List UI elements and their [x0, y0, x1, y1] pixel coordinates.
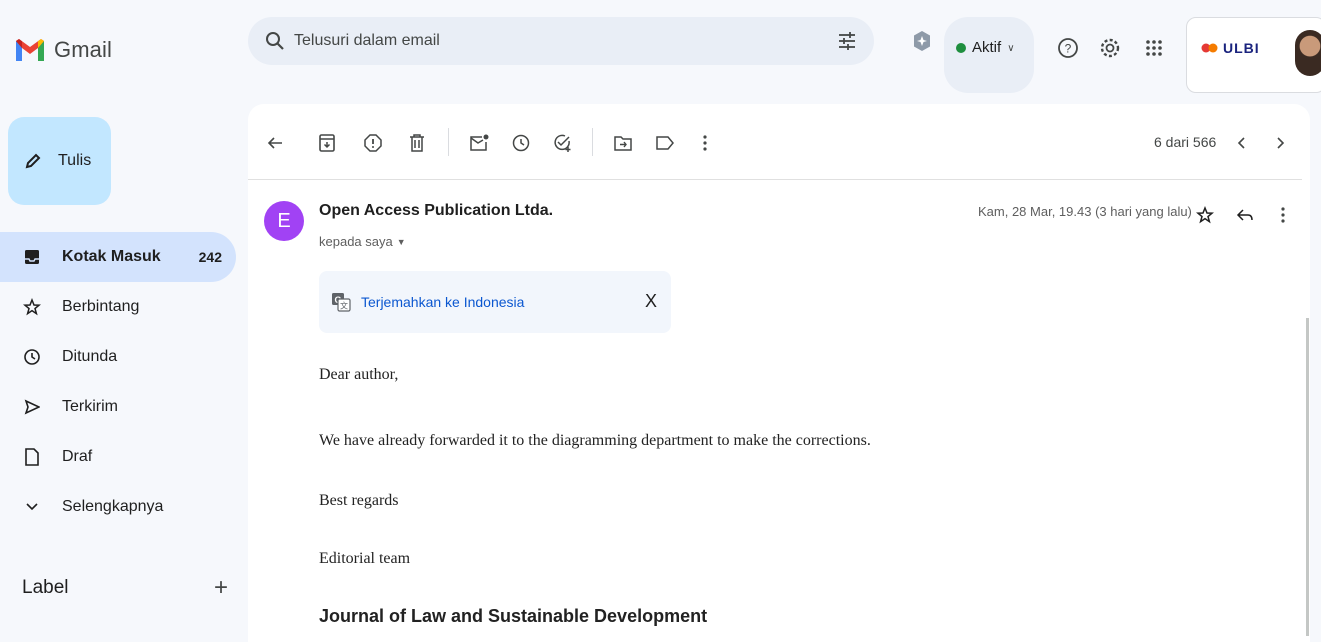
- caret-down-icon: ▼: [396, 236, 406, 247]
- sidebar-item-label: Draf: [62, 448, 93, 465]
- move-to-icon[interactable]: [612, 132, 634, 154]
- sidebar-item-snoozed[interactable]: Ditunda: [0, 332, 236, 382]
- sidebar-item-label: Selengkapnya: [62, 498, 164, 515]
- pencil-icon: [25, 153, 41, 169]
- labels-heading: Label: [22, 577, 69, 598]
- inbox-icon: [22, 247, 42, 267]
- search-icon[interactable]: [262, 28, 288, 54]
- sender-name[interactable]: Open Access Publication Ltda.: [319, 202, 553, 220]
- gmail-m-icon: [16, 39, 44, 61]
- more-vert-icon[interactable]: [1272, 204, 1294, 226]
- body-line: We have already forwarded it to the diag…: [319, 432, 871, 449]
- body-journal: Journal of Law and Sustainable Developme…: [319, 606, 708, 626]
- recipient-line[interactable]: kepada saya ▼: [319, 234, 406, 249]
- sender-avatar[interactable]: E: [264, 201, 304, 241]
- add-task-icon[interactable]: [552, 132, 574, 154]
- translate-banner: G 文 Terjemahkan ke Indonesia X: [319, 271, 671, 333]
- status-dot: [956, 43, 966, 53]
- recipient-text: kepada saya: [319, 234, 393, 249]
- sidebar-item-sent[interactable]: Terkirim: [0, 382, 236, 432]
- chevron-left-icon[interactable]: [1230, 132, 1252, 154]
- chevron-down-icon: ∨: [1007, 43, 1015, 54]
- sidebar-item-label: Terkirim: [62, 398, 118, 415]
- search-bar[interactable]: [248, 17, 874, 65]
- back-arrow-icon[interactable]: [264, 132, 286, 154]
- body-team: Editorial team: [319, 550, 411, 567]
- compose-label: Tulis: [58, 152, 92, 169]
- toolbar-divider: [448, 128, 449, 156]
- archive-icon[interactable]: [316, 132, 338, 154]
- add-label-button[interactable]: +: [214, 574, 228, 602]
- email-view: 6 dari 566 E Open Access Publication Ltd…: [248, 104, 1310, 642]
- sidebar-item-label: Ditunda: [62, 348, 118, 365]
- avatar[interactable]: [1295, 30, 1321, 76]
- status-label: Aktif: [972, 39, 1002, 56]
- sidebar-item-label: Berbintang: [62, 298, 140, 315]
- svg-text:文: 文: [340, 301, 348, 311]
- pagination-text: 6 dari 566: [1154, 134, 1217, 150]
- more-vert-icon[interactable]: [694, 132, 716, 154]
- search-input[interactable]: [294, 32, 834, 50]
- gmail-logo[interactable]: Gmail: [14, 30, 112, 70]
- compose-button[interactable]: Tulis: [8, 117, 111, 205]
- chevron-right-icon[interactable]: [1270, 132, 1292, 154]
- gemini-icon[interactable]: [912, 30, 932, 52]
- sidebar-item-label: Kotak Masuk: [62, 248, 161, 265]
- sidebar-item-drafts[interactable]: Draf: [0, 432, 236, 482]
- send-icon: [22, 397, 42, 417]
- clock-icon: [22, 347, 42, 367]
- apps-grid-icon[interactable]: [1142, 36, 1166, 60]
- label-icon[interactable]: [654, 132, 676, 154]
- translate-link[interactable]: Terjemahkan ke Indonesia: [361, 294, 524, 310]
- gmail-app: Gmail Aktif ∨ ?: [0, 0, 1321, 642]
- svg-text:?: ?: [1065, 42, 1072, 56]
- scrollbar[interactable]: [1306, 318, 1309, 636]
- reply-icon[interactable]: [1234, 204, 1256, 226]
- email-date: Kam, 28 Mar, 19.43 (3 hari yang lalu): [978, 204, 1192, 219]
- sidebar-item-more[interactable]: Selengkapnya: [0, 482, 236, 532]
- star-icon[interactable]: [1194, 204, 1216, 226]
- delete-icon[interactable]: [406, 132, 428, 154]
- body-greeting: Dear author,: [319, 366, 399, 383]
- ulbi-logo: ULBI: [1201, 40, 1260, 56]
- search-options-icon[interactable]: [834, 28, 860, 54]
- sidebar-nav: Kotak Masuk 242 Berbintang Ditunda Terki…: [0, 232, 236, 532]
- toolbar-divider: [592, 128, 593, 156]
- help-icon[interactable]: ?: [1056, 36, 1080, 60]
- sidebar-item-starred[interactable]: Berbintang: [0, 282, 236, 332]
- body-closing: Best regards: [319, 492, 399, 509]
- mark-unread-icon[interactable]: [468, 132, 490, 154]
- star-icon: [22, 297, 42, 317]
- unread-count: 242: [198, 249, 222, 265]
- labels-section: Label +: [22, 574, 228, 602]
- translate-icon: G 文: [332, 293, 351, 312]
- snooze-icon[interactable]: [510, 132, 532, 154]
- draft-icon: [22, 447, 42, 467]
- gmail-wordmark: Gmail: [54, 37, 112, 62]
- status-dropdown[interactable]: Aktif ∨: [944, 17, 1034, 93]
- chevron-down-icon: [22, 497, 42, 517]
- email-toolbar: 6 dari 566: [248, 104, 1302, 180]
- account-switcher[interactable]: ULBI: [1186, 17, 1321, 93]
- report-spam-icon[interactable]: [362, 132, 384, 154]
- sidebar-item-inbox[interactable]: Kotak Masuk 242: [0, 232, 236, 282]
- settings-icon[interactable]: [1098, 36, 1122, 60]
- close-translate-button[interactable]: X: [645, 291, 657, 312]
